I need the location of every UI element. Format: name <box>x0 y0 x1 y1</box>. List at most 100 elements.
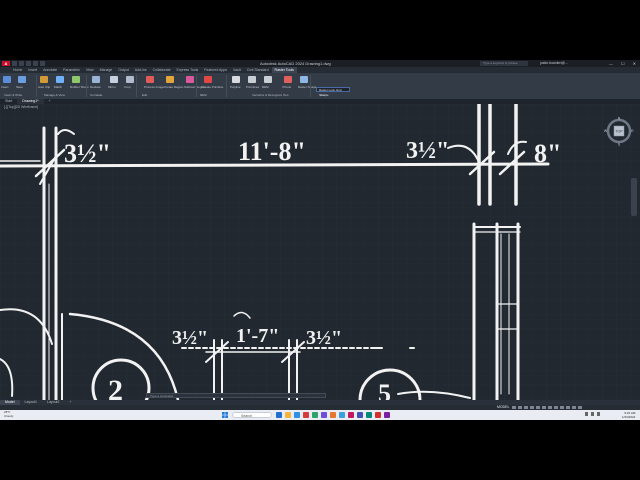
ribbon-button-icon[interactable] <box>300 76 308 83</box>
viewcube-face-label: TOP <box>615 130 623 134</box>
ribbon-button-icon[interactable] <box>56 76 64 83</box>
autocad-logo[interactable]: A <box>2 61 10 66</box>
taskbar-app-icon[interactable] <box>357 412 363 418</box>
ribbon-button-icon[interactable] <box>186 76 194 83</box>
drawing-canvas[interactable]: 3½" 11'-8" 3½" 8" 3½" 1'-7" 3½" 2 5 <box>0 104 640 400</box>
ribbon-button-icon[interactable] <box>110 76 118 83</box>
window-controls: — ☐ ✕ <box>609 61 636 66</box>
ribbon-button-icon[interactable] <box>146 76 154 83</box>
ribbon-panel-label[interactable]: Vectorize & Recognize Text <box>252 93 288 97</box>
taskbar-app-icon[interactable] <box>339 412 345 418</box>
dimension-label: 3½" <box>406 138 449 164</box>
ribbon-button-label: Polyline <box>230 85 241 89</box>
dimension-label: 8" <box>534 139 561 168</box>
ribbon-button-icon[interactable] <box>40 76 48 83</box>
grid-toggle-icon[interactable] <box>512 406 516 409</box>
osnap-toggle-icon[interactable] <box>536 406 540 409</box>
window-title: Autodesk AutoCAD 2024 Drawing1.dwg <box>260 61 331 66</box>
weather-condition: Cloudy <box>4 413 14 418</box>
raster-layer-dropdown[interactable]: Raster Lock Grid Source <box>316 87 350 97</box>
ribbon-button-icon[interactable] <box>248 76 256 83</box>
taskbar-app-icon[interactable] <box>348 412 354 418</box>
windows-start-icon[interactable] <box>222 412 228 418</box>
taskbar-app-icon[interactable] <box>303 412 309 418</box>
units-icon[interactable] <box>560 406 564 409</box>
ribbon-panel-label[interactable]: Manage & View <box>44 93 65 97</box>
taskbar-app-icon[interactable] <box>285 412 291 418</box>
ribbon-panel-label[interactable]: REM <box>200 93 207 97</box>
workspace-icon[interactable] <box>554 406 558 409</box>
viewcube[interactable]: TOP N S E W <box>604 116 634 147</box>
customize-icon[interactable] <box>578 406 582 409</box>
taskbar-app-icon[interactable] <box>330 412 336 418</box>
taskbar-app-icon[interactable] <box>276 412 282 418</box>
ribbon-panel-separator <box>196 75 197 97</box>
ribbon-panel-separator <box>226 75 227 97</box>
volume-icon[interactable] <box>591 412 594 416</box>
snap-toggle-icon[interactable] <box>518 406 522 409</box>
ribbon-button-label: Auto Clip <box>38 85 51 89</box>
undo-icon[interactable] <box>33 61 38 66</box>
redo-icon[interactable] <box>40 61 45 66</box>
hardware-accel-icon[interactable] <box>572 406 576 409</box>
ribbon-button-label: Match <box>54 85 63 89</box>
taskbar-app-icon[interactable] <box>294 412 300 418</box>
ribbon-panel-separator <box>136 75 137 97</box>
save-icon[interactable] <box>26 61 31 66</box>
ribbon-button-icon[interactable] <box>92 76 100 83</box>
dimension-label: 3½" <box>172 327 208 349</box>
close-icon[interactable]: ✕ <box>633 61 636 66</box>
help-search-input[interactable]: Type a keyword or phrase <box>480 61 528 66</box>
quick-access-toolbar <box>12 61 45 66</box>
ribbon-button-label: Insert <box>1 85 9 89</box>
room-tag: 5 <box>378 379 391 400</box>
annotation-scale-icon[interactable] <box>548 406 552 409</box>
room-tag: 2 <box>108 374 123 400</box>
system-tray <box>585 412 600 416</box>
dimension-label: 11'-8" <box>238 137 306 166</box>
ribbon-panel-label[interactable]: Snap <box>320 93 327 97</box>
dimension-label: 3½" <box>306 327 342 349</box>
lineweight-toggle-icon[interactable] <box>542 406 546 409</box>
ribbon-button-icon[interactable] <box>3 76 11 83</box>
taskbar-app-icon[interactable] <box>321 412 327 418</box>
ribbon-button-icon[interactable] <box>18 76 26 83</box>
taskbar-apps <box>276 412 390 418</box>
open-icon[interactable] <box>19 61 24 66</box>
taskbar-search[interactable]: Search <box>232 412 272 418</box>
weather-widget[interactable]: 28°F Cloudy <box>4 410 14 418</box>
network-icon[interactable] <box>585 412 588 416</box>
polar-toggle-icon[interactable] <box>530 406 534 409</box>
ribbon-button-label: Create Primitive <box>202 85 224 89</box>
compass-east[interactable]: E <box>631 129 634 133</box>
taskbar-clock[interactable]: 9:15 AM 1/23/2024 <box>622 411 635 419</box>
taskbar-app-icon[interactable] <box>366 412 372 418</box>
taskbar-app-icon[interactable] <box>312 412 318 418</box>
taskbar-app-icon[interactable] <box>384 412 390 418</box>
ribbon-button-icon[interactable] <box>284 76 292 83</box>
ribbon-panel-label[interactable]: Insert & Write <box>4 93 22 97</box>
ribbon-button-label: VTools <box>282 85 292 89</box>
status-toggles <box>512 406 582 409</box>
user-account[interactable]: justin.bowden@... <box>540 60 568 67</box>
ribbon-panel-label[interactable]: Edit <box>142 93 147 97</box>
minimize-icon[interactable]: — <box>609 61 613 66</box>
ribbon-panel-label[interactable]: Correlate <box>90 93 102 97</box>
ribbon-button-icon[interactable] <box>232 76 240 83</box>
command-line-input[interactable]: Type a command <box>146 393 326 398</box>
ribbon-button-icon[interactable] <box>166 76 174 83</box>
taskbar-app-icon[interactable] <box>375 412 381 418</box>
navigation-bar[interactable] <box>631 178 637 216</box>
ortho-toggle-icon[interactable] <box>524 406 528 409</box>
ribbon-button-icon[interactable] <box>126 76 134 83</box>
maximize-icon[interactable]: ☐ <box>621 61 625 66</box>
isolate-icon[interactable] <box>566 406 570 409</box>
viewport-controls[interactable]: [-][Top][2D Wireframe] <box>4 105 38 109</box>
ribbon-button-label: Create Region <box>164 85 184 89</box>
ribbon-button-label: Deskew <box>90 85 101 89</box>
ribbon-button-icon[interactable] <box>204 76 212 83</box>
ribbon-button-icon[interactable] <box>264 76 272 83</box>
new-icon[interactable] <box>12 61 17 66</box>
ribbon-button-icon[interactable] <box>72 76 80 83</box>
battery-icon[interactable] <box>597 412 600 416</box>
